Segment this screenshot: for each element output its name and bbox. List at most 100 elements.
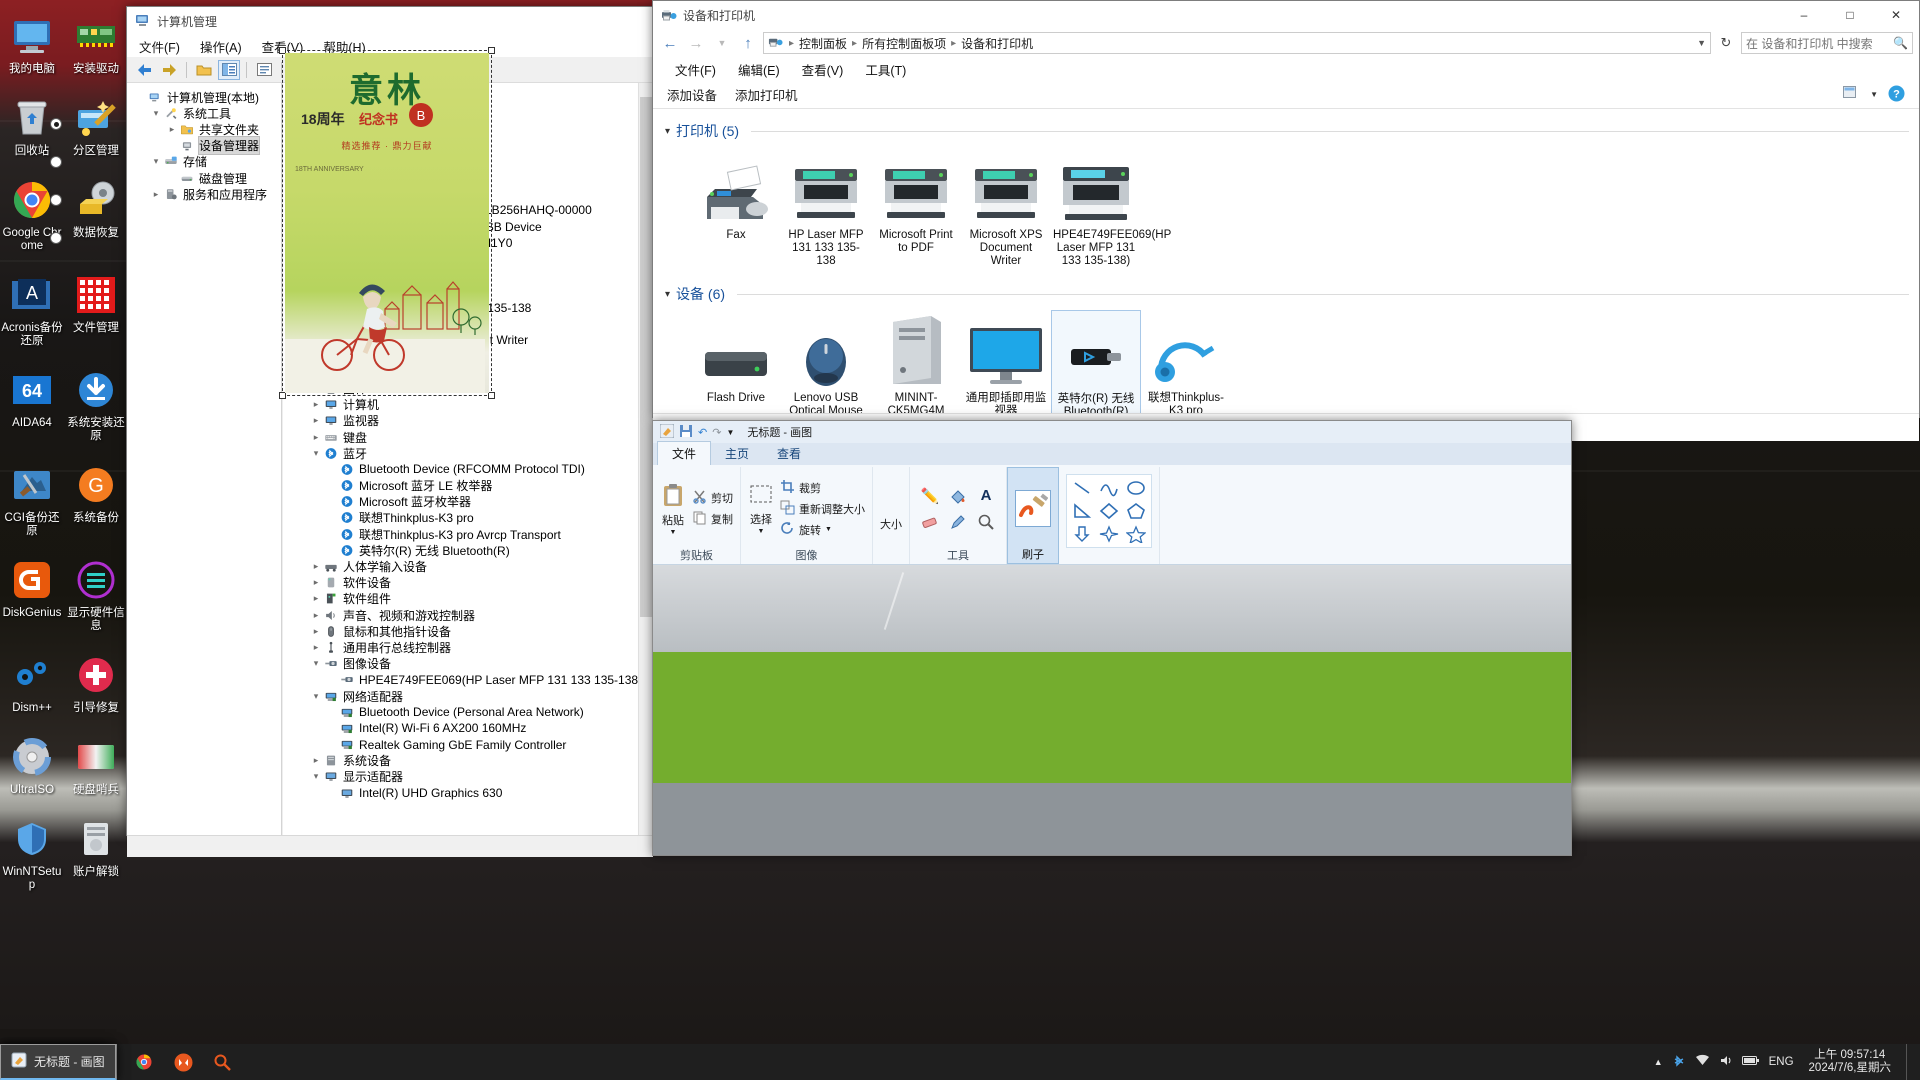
tree-expander-icon[interactable]: ▸ <box>309 593 323 604</box>
fill-icon[interactable] <box>945 484 971 508</box>
chevron-down-icon[interactable]: ▼ <box>825 526 832 533</box>
tree-node[interactable]: ▾ 存储 <box>127 154 281 170</box>
tree-node[interactable]: ▸ 计算机 <box>287 397 653 413</box>
undo-icon[interactable]: ↶ <box>698 426 707 439</box>
console-tree-pane[interactable]: 计算机管理(本地) ▾ 系统工具 ▸ 共享文件夹 设备管理器 ▾ 存储 磁盘管理 ▸ 服务和应用程序 <box>127 83 282 835</box>
add-printer-button[interactable]: 添加打印机 <box>735 85 798 104</box>
color-picker-icon[interactable] <box>945 510 971 534</box>
desktop-icon-system-install[interactable]: 系统安装还原 <box>64 360 128 443</box>
menu-file[interactable]: 文件(F) <box>139 37 180 56</box>
breadcrumb-devices-printers[interactable]: 设备和打印机 <box>958 35 1036 52</box>
desktop-icon-cgi-backup[interactable]: CGI备份还原 <box>0 455 64 538</box>
brushes-button[interactable] <box>1015 490 1051 527</box>
text-icon[interactable]: A <box>973 484 999 508</box>
scan-option-radio[interactable] <box>50 194 62 206</box>
add-device-button[interactable]: 添加设备 <box>667 85 717 104</box>
tree-node[interactable]: Microsoft 蓝牙 LE 枚举器 <box>287 478 653 494</box>
tab-view[interactable]: 查看 <box>763 442 815 465</box>
maximize-button[interactable]: □ <box>1827 1 1873 29</box>
desktop-icon-hardware-info[interactable]: 显示硬件信息 <box>64 550 128 633</box>
tree-expander-icon[interactable]: ▸ <box>309 399 323 410</box>
desktop-icon-hdd-sentinel[interactable]: 硬盘哨兵 <box>64 727 128 797</box>
command-bar[interactable]: 添加设备 添加打印机 ▼ ? <box>653 81 1919 109</box>
copy-button[interactable]: 复制 <box>692 510 733 528</box>
computer-management-titlebar[interactable]: 计算机管理 <box>127 7 653 35</box>
tree-expander-icon[interactable]: ▸ <box>309 432 323 443</box>
tree-node[interactable]: Realtek Gaming GbE Family Controller <box>287 737 653 753</box>
ime-language-indicator[interactable]: ENG <box>1769 1056 1794 1068</box>
paint-quick-access-toolbar[interactable]: ↶ ↷ ▼ 无标题 - 画图 <box>653 421 1571 443</box>
tree-expander-icon[interactable]: ▸ <box>309 755 323 766</box>
desktop-icon-diskgenius[interactable]: DiskGenius <box>0 550 64 633</box>
pentagon-shape-icon[interactable] <box>1123 500 1149 522</box>
tree-expander-icon[interactable]: ▸ <box>309 577 323 588</box>
devices-tile-list[interactable]: Flash Drive Lenovo USB Optical Mouse MININ… <box>663 306 1909 413</box>
four-point-star-icon[interactable] <box>1096 523 1122 545</box>
minimize-button[interactable]: – <box>1781 1 1827 29</box>
tree-node[interactable]: Bluetooth Device (RFCOMM Protocol TDI) <box>287 461 653 477</box>
tools-grid[interactable]: ✏️ A <box>917 484 999 534</box>
chrome-icon[interactable] <box>124 1044 164 1080</box>
devices-printers-menubar[interactable]: 文件(F) 编辑(E) 查看(V) 工具(T) <box>653 57 1919 81</box>
refresh-button[interactable]: ↻ <box>1715 32 1737 54</box>
tree-expander-icon[interactable]: ▸ <box>309 415 323 426</box>
tree-node[interactable]: ▸ 鼠标和其他指针设备 <box>287 623 653 639</box>
scan-option-radio[interactable] <box>50 118 62 130</box>
ellipse-shape-icon[interactable] <box>1123 477 1149 499</box>
paste-button[interactable]: 粘贴 ▼ <box>660 482 686 536</box>
taskbar[interactable]: 计算机管理 设备和打印机 无标题 - 画图 ▲ ENG 上午 09:57:14 … <box>0 1044 1920 1080</box>
chevron-down-icon[interactable]: ▾ <box>665 289 670 300</box>
back-button[interactable] <box>133 60 155 80</box>
device-tile[interactable]: 联想Thinkplus-K3 pro <box>1141 310 1231 413</box>
triangle-shape-icon[interactable] <box>1069 500 1095 522</box>
tree-node[interactable]: Microsoft 蓝牙枚举器 <box>287 494 653 510</box>
tree-expander-icon[interactable]: ▸ <box>309 610 323 621</box>
tree-node[interactable]: 计算机管理(本地) <box>127 89 281 105</box>
tree-node[interactable]: 英特尔(R) 无线 Bluetooth(R) <box>287 542 653 558</box>
network-icon[interactable] <box>1695 1054 1710 1070</box>
crop-button[interactable]: 裁剪 <box>780 479 865 497</box>
chevron-down-icon[interactable]: ▾ <box>665 126 670 137</box>
tree-expander-icon[interactable]: ▾ <box>149 108 163 119</box>
scan-preview-pane[interactable]: 意林 18周年 纪念书 B 精选推荐 · 鼎力巨献 18TH ANNIVERSA… <box>271 39 503 407</box>
menu-view[interactable]: 查看(V) <box>802 60 844 79</box>
select-button[interactable]: 选择 ▼ <box>748 483 774 535</box>
back-button[interactable]: ← <box>659 32 681 54</box>
tree-expander-icon[interactable]: ▾ <box>309 658 323 669</box>
diamond-shape-icon[interactable] <box>1096 500 1122 522</box>
device-tile[interactable]: MININT-CK5MG4M <box>871 310 961 413</box>
crop-handle-bl[interactable] <box>279 392 286 399</box>
view-options-icon[interactable] <box>1843 86 1860 103</box>
menu-file[interactable]: 文件(F) <box>675 60 716 79</box>
paint-ribbon[interactable]: 粘贴 ▼ 剪切 复制 剪贴板 选择 ▼ 裁剪 重新调整大小 旋转 ▼ 图像 大小… <box>653 465 1571 565</box>
show-console-tree-button[interactable] <box>218 59 240 80</box>
forward-button[interactable] <box>158 60 180 80</box>
tree-node[interactable]: ▾ 图像设备 <box>287 656 653 672</box>
tab-home[interactable]: 主页 <box>711 442 763 465</box>
window-controls[interactable]: – □ ✕ <box>1781 1 1919 29</box>
customize-qat-icon[interactable]: ▼ <box>726 428 734 437</box>
search-icon[interactable] <box>203 1044 241 1080</box>
scan-option-radio[interactable] <box>50 232 62 244</box>
rotate-button[interactable]: 旋转 ▼ <box>780 521 865 539</box>
desktop-icon-data-recovery[interactable]: 数据恢复 <box>64 170 128 253</box>
properties-button[interactable] <box>253 60 275 80</box>
tree-expander-icon[interactable]: ▾ <box>309 448 323 459</box>
tab-file[interactable]: 文件 <box>657 441 712 465</box>
taskbar-clock[interactable]: 上午 09:57:14 2024/7/6,星期六 <box>1803 1049 1897 1075</box>
desktop-icon-install-driver[interactable]: 安装驱动 <box>64 6 128 76</box>
tree-node[interactable]: ▸ 共享文件夹 <box>127 121 281 137</box>
tree-node[interactable]: ▸ 软件组件 <box>287 591 653 607</box>
paint-window[interactable]: ↶ ↷ ▼ 无标题 - 画图 文件 主页 查看 粘贴 ▼ 剪切 复制 剪贴板 选… <box>652 420 1572 856</box>
device-tile[interactable]: 通用即插即用监视器 <box>961 310 1051 413</box>
tree-node[interactable]: ▸ 软件设备 <box>287 575 653 591</box>
tree-node[interactable]: ▸ 人体学输入设备 <box>287 558 653 574</box>
arrow-shape-icon[interactable] <box>1069 523 1095 545</box>
device-tree-scrollbar[interactable] <box>638 83 653 835</box>
tree-node[interactable]: ▸ 通用串行总线控制器 <box>287 639 653 655</box>
tree-node[interactable]: ▾ 系统工具 <box>127 105 281 121</box>
tree-node[interactable]: ▸ 声音、视频和游戏控制器 <box>287 607 653 623</box>
save-icon[interactable] <box>679 424 693 441</box>
device-tile[interactable]: Fax <box>691 147 781 274</box>
desktop-icon-dism[interactable]: Dism++ <box>0 645 64 715</box>
